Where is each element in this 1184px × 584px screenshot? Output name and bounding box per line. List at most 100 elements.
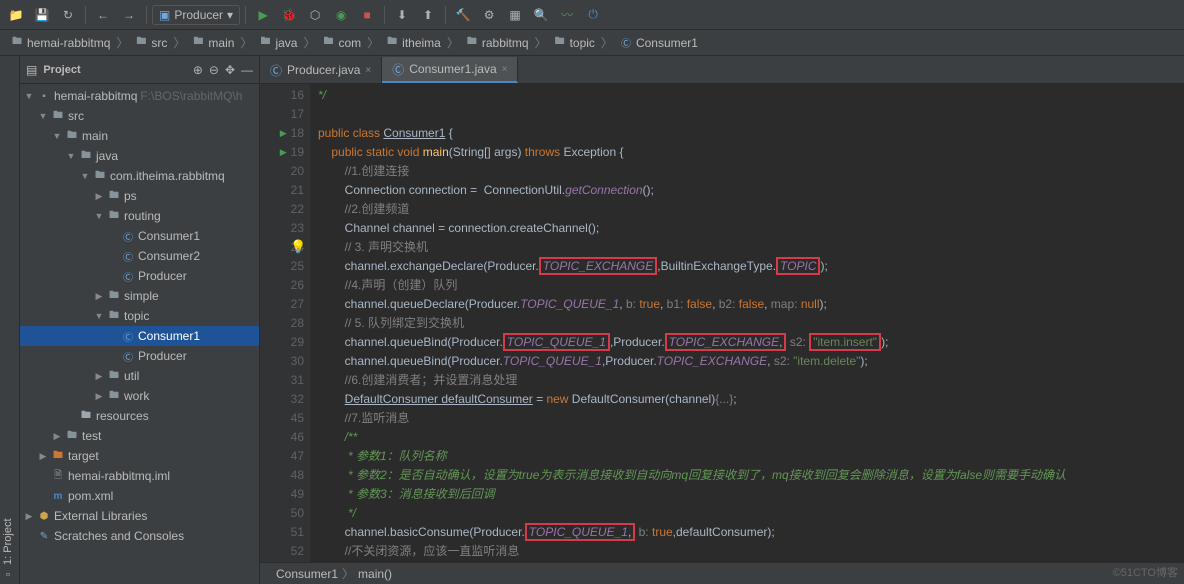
code-line[interactable]: channel.exchangeDeclare(Producer.TOPIC_E…: [318, 257, 1176, 276]
gutter-line[interactable]: 26: [260, 276, 304, 295]
project-tool-tab[interactable]: ▫ 1: Project: [0, 56, 20, 584]
gutter-line[interactable]: 23: [260, 219, 304, 238]
debug-button[interactable]: 🐞: [277, 3, 301, 27]
code-line[interactable]: public class Consumer1 {: [318, 124, 1176, 143]
gutter-line[interactable]: 47: [260, 447, 304, 466]
code-breadcrumb[interactable]: Consumer1〉main(): [260, 562, 1184, 584]
gutter-line[interactable]: 21: [260, 181, 304, 200]
intention-bulb-icon[interactable]: 💡: [290, 239, 306, 255]
collapse-icon[interactable]: ⊖: [209, 63, 219, 77]
code-line[interactable]: channel.queueBind(Producer.TOPIC_QUEUE_1…: [318, 333, 1176, 352]
build-icon[interactable]: 🔨: [451, 3, 475, 27]
code-line[interactable]: channel.queueBind(Producer.TOPIC_QUEUE_1…: [318, 352, 1176, 371]
gutter-line[interactable]: 50: [260, 504, 304, 523]
tree-node[interactable]: ▼🖿com.itheima.rabbitmq: [20, 166, 259, 186]
code-line[interactable]: //不关闭资源，应该一直监听消息: [318, 542, 1176, 561]
gutter-line[interactable]: 31: [260, 371, 304, 390]
gutter-line[interactable]: 45: [260, 409, 304, 428]
gutter-line[interactable]: 48: [260, 466, 304, 485]
gutter-line[interactable]: 30: [260, 352, 304, 371]
tree-node[interactable]: ▶🖿test: [20, 426, 259, 446]
tree-node[interactable]: ⒸProducer: [20, 346, 259, 366]
gutter-line[interactable]: 16: [260, 86, 304, 105]
code-line[interactable]: //6.创建消费者；并设置消息处理: [318, 371, 1176, 390]
tree-node[interactable]: ▼🖿topic: [20, 306, 259, 326]
close-icon[interactable]: ×: [502, 64, 508, 75]
vcs-update-icon[interactable]: ⬇: [390, 3, 414, 27]
code-line[interactable]: channel.queueDeclare(Producer.TOPIC_QUEU…: [318, 295, 1176, 314]
profile-button[interactable]: ◉: [329, 3, 353, 27]
tree-node[interactable]: ▶🖿target: [20, 446, 259, 466]
code-line[interactable]: * 参数1：队列名称: [318, 447, 1176, 466]
redo-icon[interactable]: →: [117, 3, 141, 27]
gutter-line[interactable]: 51: [260, 523, 304, 542]
gutter-line[interactable]: 53: [260, 561, 304, 562]
code-line[interactable]: */: [318, 504, 1176, 523]
editor-tab[interactable]: ⒸConsumer1.java×: [382, 57, 518, 83]
tree-node[interactable]: ⒸProducer: [20, 266, 259, 286]
structure-icon[interactable]: ▦: [503, 3, 527, 27]
search-icon[interactable]: 🔍: [529, 3, 553, 27]
gutter-line[interactable]: 32: [260, 390, 304, 409]
tree-node[interactable]: ⒸConsumer2: [20, 246, 259, 266]
breadcrumb-segment[interactable]: 🖿main: [187, 34, 238, 52]
tree-node[interactable]: ▶🖿ps: [20, 186, 259, 206]
gutter-line[interactable]: 49: [260, 485, 304, 504]
project-tree[interactable]: ▼▪hemai-rabbitmq F:\BOS\rabbitMQ\h▼🖿src▼…: [20, 84, 259, 584]
undo-icon[interactable]: ←: [91, 3, 115, 27]
tree-node[interactable]: ▼🖿main: [20, 126, 259, 146]
editor-gutter[interactable]: 1617▶18▶19202122232425262728293031324546…: [260, 84, 310, 562]
close-icon[interactable]: ×: [365, 65, 371, 76]
run-button[interactable]: ▶: [251, 3, 275, 27]
code-line[interactable]: DefaultConsumer defaultConsumer = new De…: [318, 390, 1176, 409]
tree-node[interactable]: ▶⬢External Libraries: [20, 506, 259, 526]
tree-node[interactable]: ▼▪hemai-rabbitmq F:\BOS\rabbitMQ\h: [20, 86, 259, 106]
breadcrumb-segment[interactable]: 🖿topic: [549, 34, 599, 52]
gutter-line[interactable]: 25: [260, 257, 304, 276]
vcs-commit-icon[interactable]: ⬆: [416, 3, 440, 27]
gutter-line[interactable]: 29: [260, 333, 304, 352]
breadcrumb-segment[interactable]: 🖿itheima: [381, 34, 445, 52]
code-line[interactable]: // 5. 队列绑定到交换机: [318, 314, 1176, 333]
settings-icon[interactable]: ⚙: [477, 3, 501, 27]
editor-tab[interactable]: ⒸProducer.java×: [260, 57, 382, 83]
breadcrumb-segment[interactable]: 🖿com: [317, 34, 365, 52]
tree-node[interactable]: ✎Scratches and Consoles: [20, 526, 259, 546]
tree-node[interactable]: ▶🖿work: [20, 386, 259, 406]
code-line[interactable]: //1.创建连接: [318, 162, 1176, 181]
gutter-line[interactable]: 52: [260, 542, 304, 561]
breadcrumb-segment[interactable]: 🖿rabbitmq: [461, 34, 533, 52]
tree-node[interactable]: 🗎hemai-rabbitmq.iml: [20, 466, 259, 486]
tree-node[interactable]: ▶🖿util: [20, 366, 259, 386]
code-line[interactable]: public static void main(String[] args) t…: [318, 143, 1176, 162]
gutter-line[interactable]: 17: [260, 105, 304, 124]
code-line[interactable]: [318, 105, 1176, 124]
code-line[interactable]: * 参数2：是否自动确认，设置为true为表示消息接收到自动向mq回复接收到了，…: [318, 466, 1176, 485]
hide-icon[interactable]: —: [241, 63, 253, 77]
gutter-line[interactable]: 20: [260, 162, 304, 181]
run-gutter-icon[interactable]: ▶: [280, 143, 287, 162]
breadcrumb-segment[interactable]: 🖿hemai-rabbitmq: [6, 34, 114, 52]
code-line[interactable]: * 参数3：消息接收到后回调: [318, 485, 1176, 504]
tree-node[interactable]: ▼🖿src: [20, 106, 259, 126]
tree-node[interactable]: ▶🖿simple: [20, 286, 259, 306]
settings-icon[interactable]: ✥: [225, 63, 235, 77]
run-gutter-icon[interactable]: ▶: [280, 124, 287, 143]
code-line[interactable]: channel.basicConsume(Producer.TOPIC_QUEU…: [318, 523, 1176, 542]
save-icon[interactable]: 💾: [30, 3, 54, 27]
tree-node[interactable]: mpom.xml: [20, 486, 259, 506]
tree-node[interactable]: ▼🖿routing: [20, 206, 259, 226]
coverage-button[interactable]: ⬡: [303, 3, 327, 27]
gutter-line[interactable]: ▶18: [260, 124, 304, 143]
tree-node[interactable]: ▼🖿java: [20, 146, 259, 166]
code-line[interactable]: Channel channel = connection.createChann…: [318, 219, 1176, 238]
breadcrumb-segment[interactable]: ⒸConsumer1: [615, 34, 702, 52]
power-icon[interactable]: ⏻: [581, 3, 605, 27]
tree-node[interactable]: 🖿resources: [20, 406, 259, 426]
editor-code[interactable]: */ public class Consumer1 { public static…: [310, 84, 1184, 562]
code-breadcrumb-item[interactable]: Consumer1: [276, 567, 338, 581]
tree-node[interactable]: ⒸConsumer1: [20, 226, 259, 246]
code-line[interactable]: //7.监听消息: [318, 409, 1176, 428]
gutter-line[interactable]: 46: [260, 428, 304, 447]
code-line[interactable]: //4.声明（创建）队列: [318, 276, 1176, 295]
